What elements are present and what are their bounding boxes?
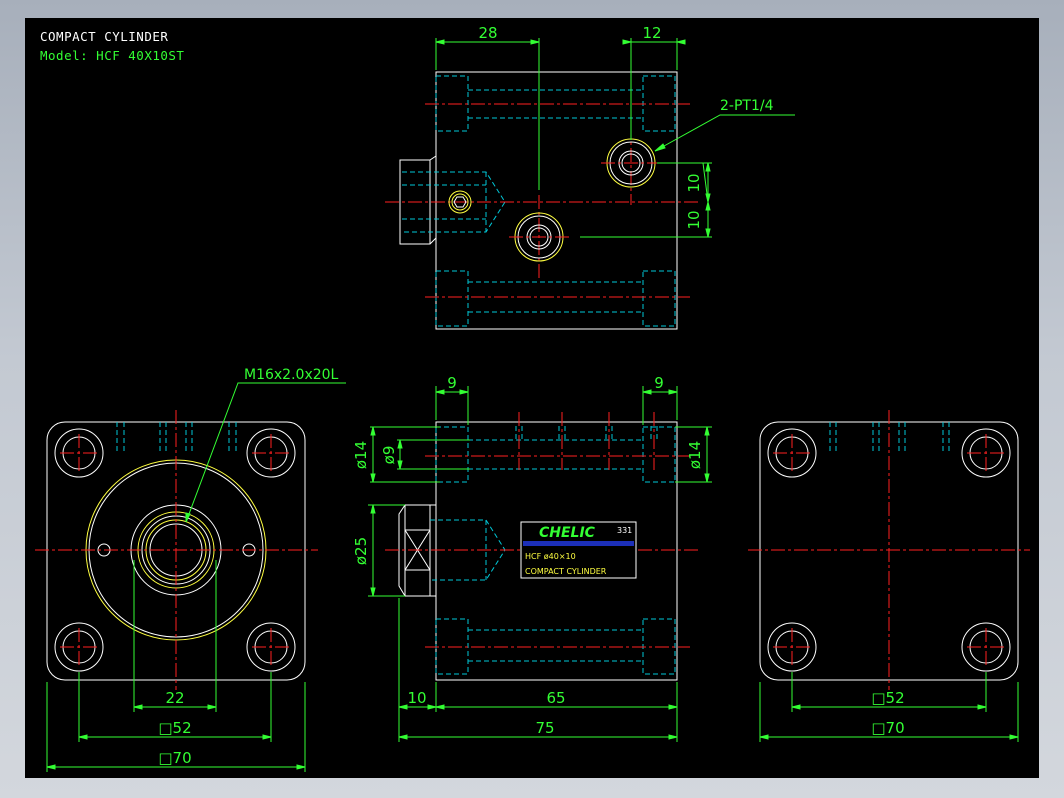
port-callout: 2-PT1/4 xyxy=(720,98,774,114)
top-rod-boss xyxy=(399,155,437,245)
dim-10-upper: 10 xyxy=(685,173,703,192)
dim-dia9: ø9 xyxy=(380,446,398,465)
nameplate-code: 331 xyxy=(617,526,632,535)
front-view: CHELIC 331 HCF ø40×10 COMPACT CYLINDER 9… xyxy=(352,374,712,742)
dim-dia14-right: ø14 xyxy=(686,441,704,469)
dim-dia25: ø25 xyxy=(352,537,370,565)
dim-10-lower: 10 xyxy=(685,210,703,229)
dim-right-70: □70 xyxy=(871,719,904,737)
nameplate-model: HCF ø40×10 xyxy=(525,552,576,561)
dim-75: 75 xyxy=(535,719,554,737)
dim-9-left: 9 xyxy=(447,374,457,392)
dim-12: 12 xyxy=(642,24,661,42)
dim-9-right: 9 xyxy=(654,374,664,392)
left-view: 22 □52 □70 M16x2.0x20L xyxy=(35,367,346,772)
dim-left-52: □52 xyxy=(158,719,191,737)
thread-callout: M16x2.0x20L xyxy=(244,367,339,383)
top-view: 28 12 2-PT1/4 10 10 xyxy=(385,24,795,330)
dim-dia14-left: ø14 xyxy=(352,441,370,469)
cad-drawing: .w { stroke:#ffffff; fill:none; stroke-w… xyxy=(35,24,1030,772)
top-body-outline xyxy=(435,71,678,330)
dim-22: 22 xyxy=(165,689,184,707)
nameplate-name: COMPACT CYLINDER xyxy=(525,567,607,576)
dim-28: 28 xyxy=(478,24,497,42)
right-view: □52 □70 xyxy=(748,410,1030,742)
dim-10-rod: 10 xyxy=(407,689,426,707)
dim-right-52: □52 xyxy=(871,689,904,707)
nameplate-brand: CHELIC xyxy=(539,525,596,541)
drawing-canvas[interactable]: COMPACT CYLINDER Model: HCF 40X10ST .w {… xyxy=(25,18,1039,778)
top-dimensions xyxy=(435,38,795,238)
dim-left-70: □70 xyxy=(158,749,191,767)
dim-65: 65 xyxy=(546,689,565,707)
